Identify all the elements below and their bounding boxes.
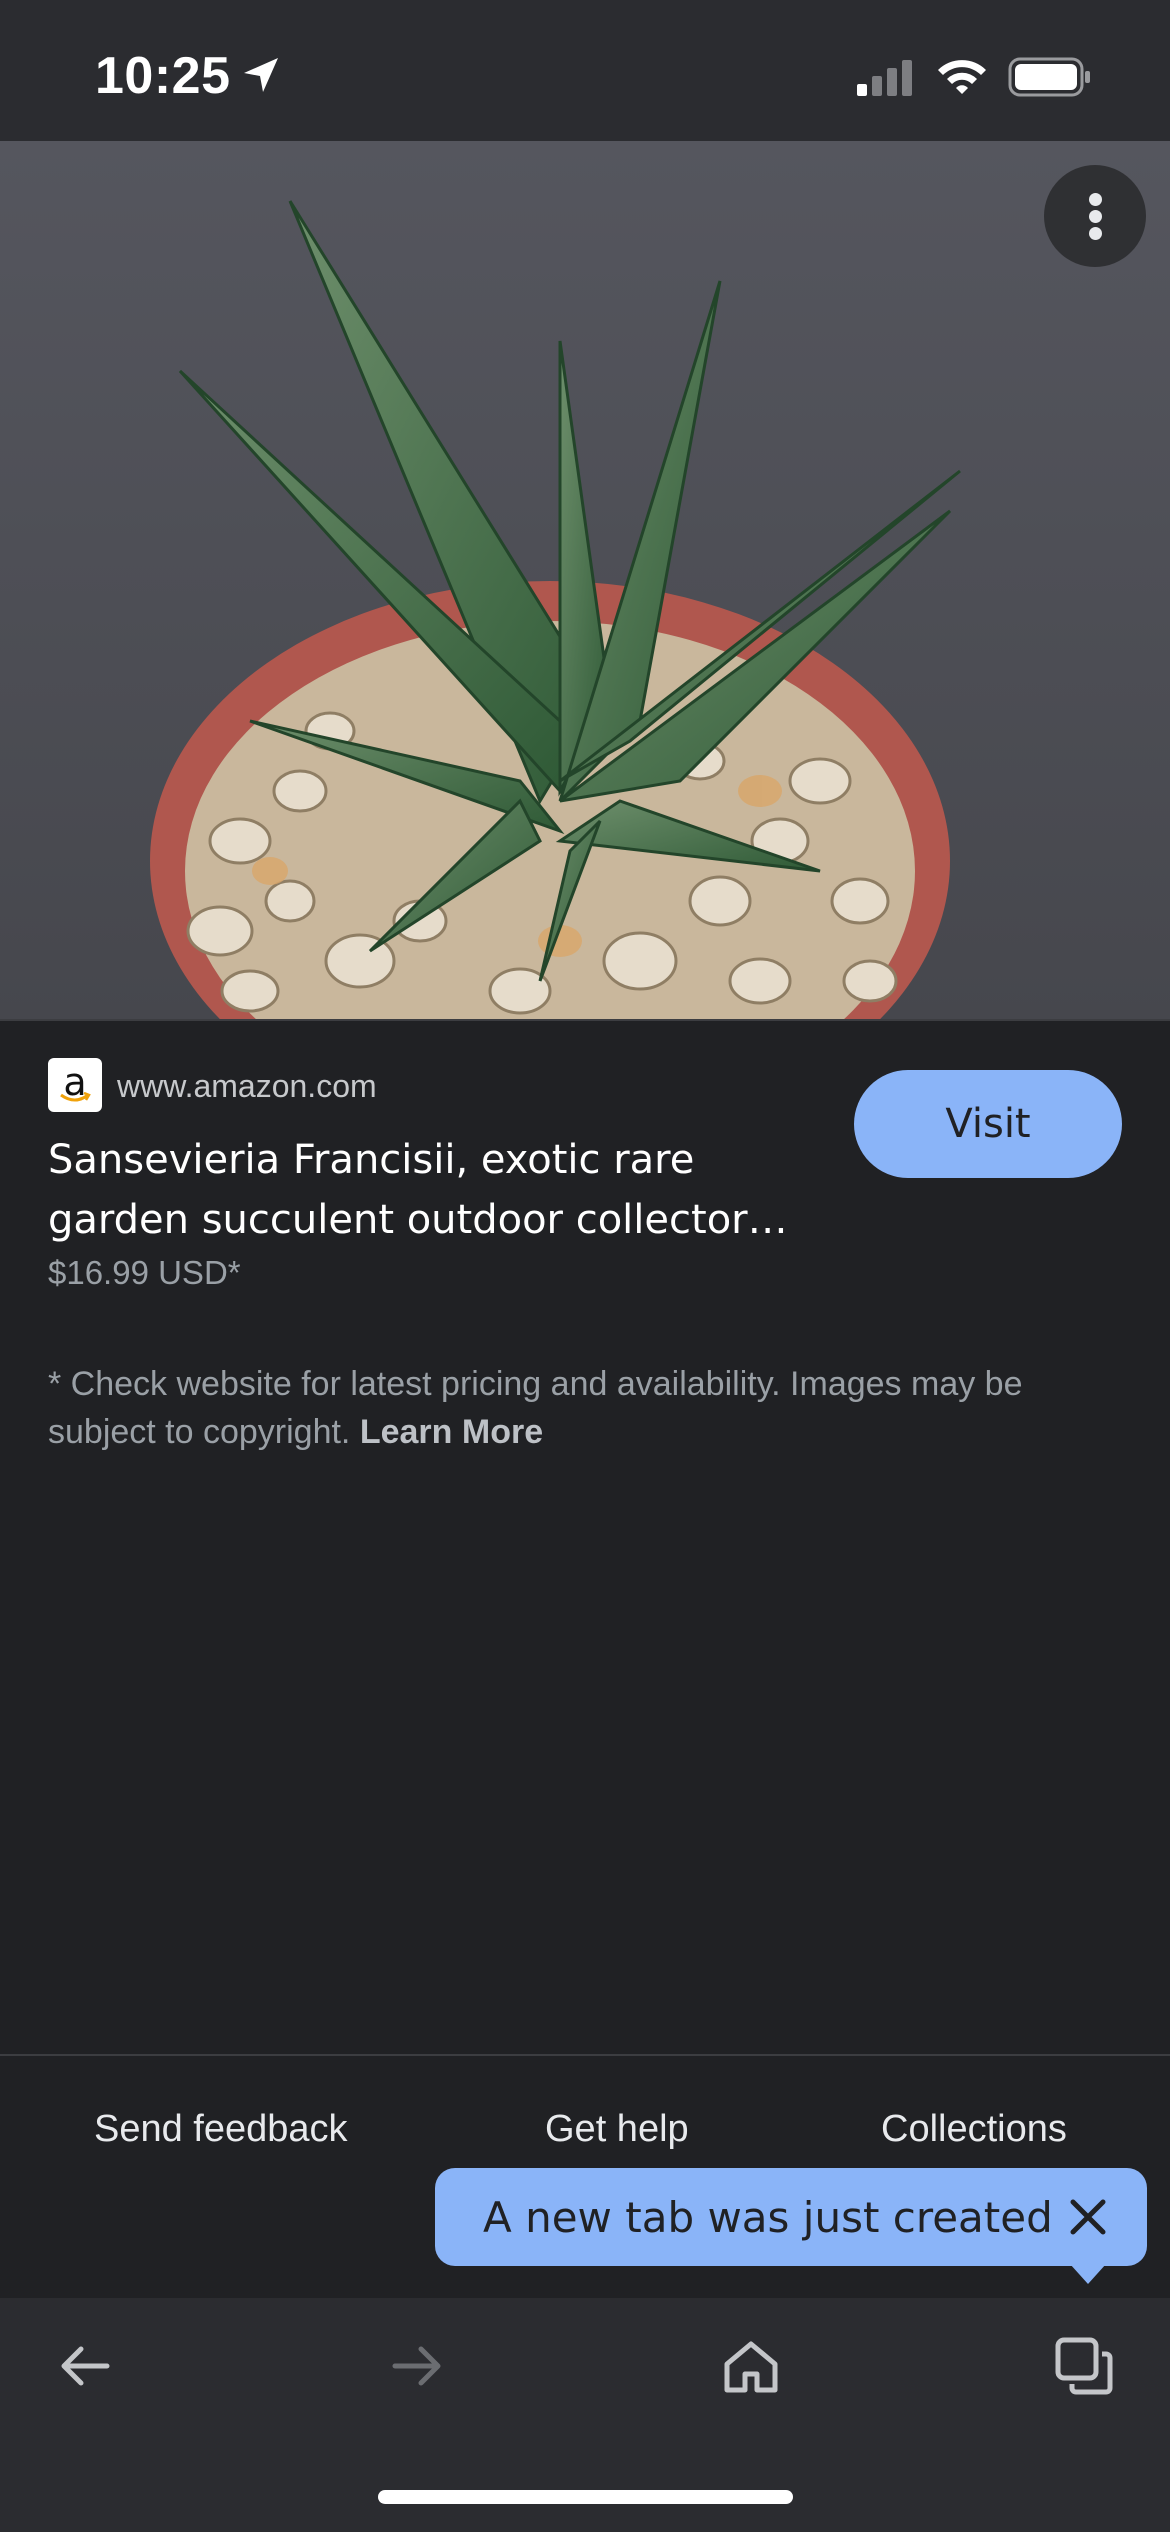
source-domain[interactable]: www.amazon.com xyxy=(117,1068,377,1105)
visit-button[interactable]: Visit xyxy=(854,1070,1122,1178)
tab-switcher-icon[interactable] xyxy=(1054,2336,1114,2396)
back-arrow-icon[interactable] xyxy=(55,2336,115,2396)
get-help-link[interactable]: Get help xyxy=(545,2108,689,2151)
send-feedback-link[interactable]: Send feedback xyxy=(94,2108,348,2151)
new-tab-toast: A new tab was just created xyxy=(435,2168,1147,2266)
product-title[interactable]: Sansevieria Francisii, exotic rare garde… xyxy=(48,1130,818,1250)
forward-arrow-icon[interactable] xyxy=(387,2336,447,2396)
learn-more-link[interactable]: Learn More xyxy=(360,1413,543,1451)
more-options-button[interactable] xyxy=(1044,165,1146,267)
product-price: $16.99 USD* xyxy=(48,1254,241,1291)
home-icon[interactable] xyxy=(721,2336,781,2396)
battery-icon xyxy=(1008,57,1090,97)
amazon-logo-icon: a xyxy=(48,1058,102,1112)
status-bar: 10:25 xyxy=(0,0,1170,141)
wifi-icon xyxy=(938,60,986,94)
home-indicator[interactable] xyxy=(378,2490,793,2504)
status-time: 10:25 xyxy=(95,47,231,105)
disclaimer-text: * Check website for latest pricing and a… xyxy=(48,1360,1128,1456)
toast-pointer xyxy=(1070,2264,1106,2284)
location-arrow-icon xyxy=(244,58,278,92)
cellular-signal-icon xyxy=(857,60,912,96)
collections-link[interactable]: Collections xyxy=(881,2108,1067,2151)
divider xyxy=(0,2054,1170,2056)
close-icon[interactable] xyxy=(1063,2192,1113,2242)
succulent-photo xyxy=(0,141,1170,1019)
divider xyxy=(0,1019,1170,1021)
toast-message: A new tab was just created xyxy=(483,2193,1053,2242)
product-image[interactable] xyxy=(0,141,1170,1019)
amazon-smile-icon xyxy=(60,1092,91,1102)
